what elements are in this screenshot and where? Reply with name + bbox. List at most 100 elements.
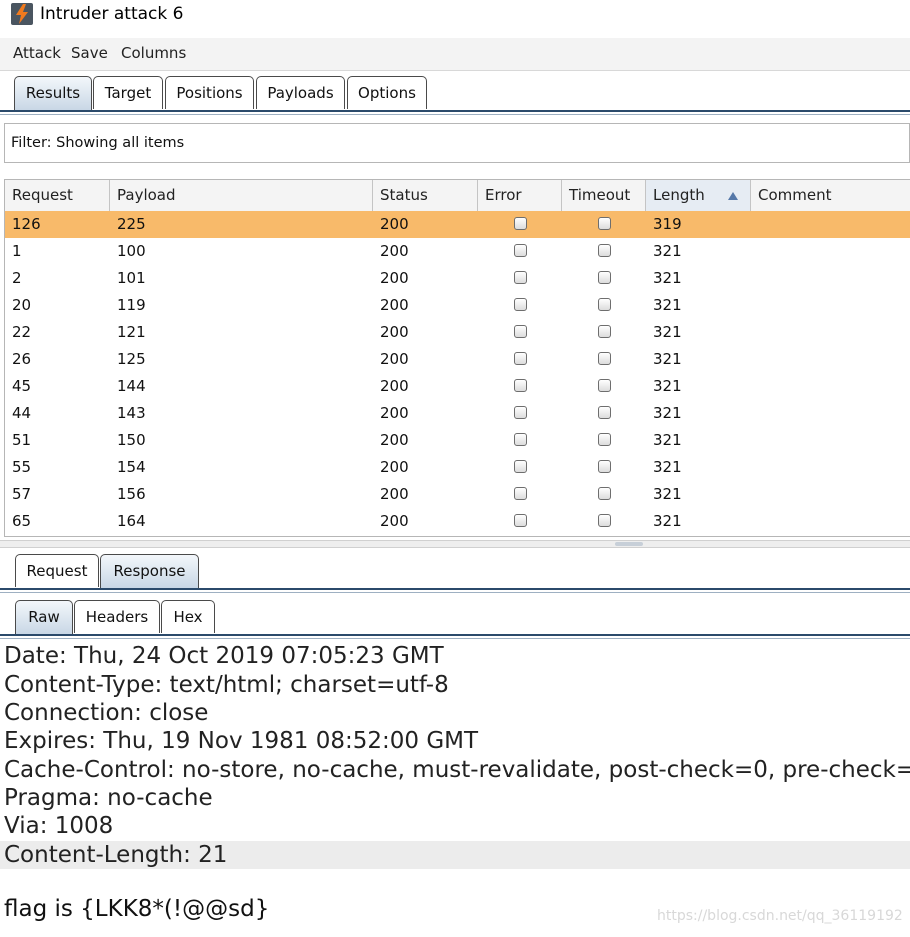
column-header-request[interactable]: Request [5,180,110,211]
error-checkbox[interactable] [514,271,527,284]
table-row[interactable]: 51 150 200 321 [5,427,910,454]
cell-payload: 164 [117,512,146,530]
table-row[interactable]: 20 119 200 321 [5,292,910,319]
filter-label: Filter: Showing all items [11,135,185,151]
menu-bar: Attack Save Columns [0,38,910,71]
timeout-checkbox[interactable] [598,352,611,365]
detail-tab-divider [0,588,910,590]
window-titlebar: Intruder attack 6 [0,0,910,30]
cell-length: 321 [653,377,682,395]
tab-payloads[interactable]: Payloads [256,76,345,109]
response-header-line: Content-Type: text/html; charset=utf-8 [4,672,449,698]
error-checkbox[interactable] [514,460,527,473]
error-checkbox[interactable] [514,217,527,230]
cell-request: 65 [12,512,32,530]
cell-status: 200 [380,296,409,314]
column-header-comment[interactable]: Comment [751,180,910,211]
cell-status: 200 [380,323,409,341]
timeout-checkbox[interactable] [598,325,611,338]
tab-request[interactable]: Request [15,554,99,587]
cell-payload: 225 [117,215,146,233]
sort-ascending-icon [728,192,738,200]
cell-status: 200 [380,242,409,260]
cell-length: 321 [653,269,682,287]
error-checkbox[interactable] [514,298,527,311]
cell-status: 200 [380,431,409,449]
splitter-grip[interactable] [615,542,643,546]
cell-length: 321 [653,242,682,260]
results-table: Request Payload Status Error Timeout Len… [4,179,910,537]
detail-tab-strip: Request Response [0,554,910,590]
timeout-checkbox[interactable] [598,433,611,446]
table-row[interactable]: 26 125 200 321 [5,346,910,373]
cell-payload: 100 [117,242,146,260]
pane-splitter[interactable] [0,540,910,548]
timeout-checkbox[interactable] [598,298,611,311]
cell-payload: 144 [117,377,146,395]
cell-request: 26 [12,350,32,368]
table-row[interactable]: 65 164 200 321 [5,508,910,535]
error-checkbox[interactable] [514,379,527,392]
timeout-checkbox[interactable] [598,406,611,419]
column-header-timeout[interactable]: Timeout [562,180,646,211]
tab-options[interactable]: Options [347,76,427,109]
timeout-checkbox[interactable] [598,271,611,284]
timeout-checkbox[interactable] [598,244,611,257]
cell-status: 200 [380,404,409,422]
table-row[interactable]: 44 143 200 321 [5,400,910,427]
cell-status: 200 [380,377,409,395]
timeout-checkbox[interactable] [598,514,611,527]
cell-length: 321 [653,512,682,530]
cell-payload: 154 [117,458,146,476]
tab-response[interactable]: Response [100,554,199,590]
error-checkbox[interactable] [514,352,527,365]
table-row[interactable]: 2 101 200 321 [5,265,910,292]
error-checkbox[interactable] [514,244,527,257]
error-checkbox[interactable] [514,406,527,419]
tab-hex[interactable]: Hex [161,600,215,633]
cell-request: 51 [12,431,32,449]
cell-length: 321 [653,458,682,476]
cell-request: 22 [12,323,32,341]
view-tab-divider-light [0,638,910,639]
timeout-checkbox[interactable] [598,460,611,473]
cell-length: 321 [653,296,682,314]
menu-columns[interactable]: Columns [121,44,186,62]
view-tab-divider [0,634,910,636]
table-row[interactable]: 57 156 200 321 [5,481,910,508]
error-checkbox[interactable] [514,514,527,527]
cell-length: 321 [653,404,682,422]
column-header-error[interactable]: Error [478,180,562,211]
table-row[interactable]: 45 144 200 321 [5,373,910,400]
view-tab-strip: Raw Headers Hex [0,600,910,636]
cell-payload: 125 [117,350,146,368]
cell-payload: 101 [117,269,146,287]
menu-save[interactable]: Save [71,44,108,62]
tab-divider [0,110,910,112]
cell-length: 321 [653,323,682,341]
watermark: https://blog.csdn.net/qq_36119192 [657,908,903,924]
menu-attack[interactable]: Attack [13,44,61,62]
filter-bar[interactable]: Filter: Showing all items [4,123,910,163]
table-row[interactable]: 55 154 200 321 [5,454,910,481]
error-checkbox[interactable] [514,325,527,338]
error-checkbox[interactable] [514,433,527,446]
tab-headers[interactable]: Headers [74,600,160,633]
error-checkbox[interactable] [514,487,527,500]
cell-length: 319 [653,215,682,233]
column-header-status[interactable]: Status [373,180,478,211]
timeout-checkbox[interactable] [598,217,611,230]
column-header-length[interactable]: Length [646,180,751,211]
timeout-checkbox[interactable] [598,487,611,500]
cell-payload: 119 [117,296,146,314]
column-header-payload[interactable]: Payload [110,180,373,211]
table-header: Request Payload Status Error Timeout Len… [5,180,910,212]
tab-raw[interactable]: Raw [15,600,73,636]
timeout-checkbox[interactable] [598,379,611,392]
table-row[interactable]: 22 121 200 321 [5,319,910,346]
tab-positions[interactable]: Positions [165,76,254,109]
table-row[interactable]: 126 225 200 319 [5,211,910,238]
tab-results[interactable]: Results [14,76,92,112]
table-row[interactable]: 1 100 200 321 [5,238,910,265]
tab-target[interactable]: Target [93,76,163,109]
